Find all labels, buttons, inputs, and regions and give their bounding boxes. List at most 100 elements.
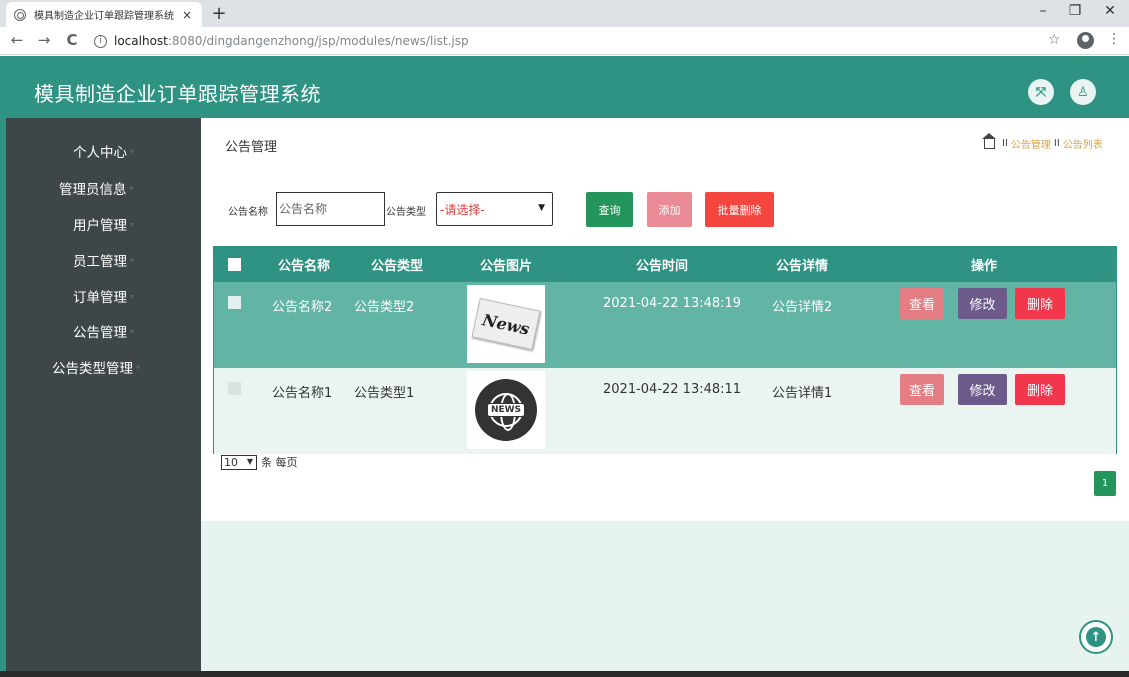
- site-favicon-icon: [14, 8, 26, 21]
- page-number-button[interactable]: 1: [1094, 471, 1116, 496]
- sidebar-item-admin-info[interactable]: 管理员信息 ▾: [6, 175, 201, 201]
- row-checkbox[interactable]: [228, 296, 241, 309]
- breadcrumb-separator: II: [1053, 138, 1060, 149]
- back-icon[interactable]: ←: [7, 31, 27, 49]
- app-title: 模具制造企业订单跟踪管理系统: [34, 82, 321, 106]
- column-header-detail: 公告详情: [775, 259, 828, 274]
- delete-button[interactable]: 删除: [1015, 288, 1065, 319]
- notice-table: 公告名称 公告类型 公告图片 公告时间 公告详情 操作 公告名称2 公告类型2 …: [213, 246, 1117, 454]
- page-size-select[interactable]: 10 ▼: [221, 454, 257, 470]
- breadcrumb-separator: II: [1002, 138, 1008, 149]
- cell-detail: 公告详情1: [772, 386, 833, 401]
- query-button[interactable]: 查询: [586, 192, 633, 227]
- cell-time: 2021-04-22 13:48:19: [603, 296, 742, 311]
- sidebar-item-label: 公告类型管理: [52, 361, 133, 377]
- new-tab-icon[interactable]: +: [209, 3, 229, 24]
- reload-icon[interactable]: C: [62, 31, 82, 49]
- news-label: NEWS: [487, 403, 525, 417]
- sidebar-item-label: 个人中心: [72, 145, 127, 161]
- notice-image: NEWS: [467, 371, 545, 449]
- notice-type-selected: -请选择-: [440, 202, 485, 217]
- url-path: :8080/dingdangenzhong/jsp/modules/news/l…: [167, 34, 469, 48]
- home-icon[interactable]: [982, 132, 996, 149]
- site-info-icon[interactable]: i: [94, 34, 107, 48]
- notice-image: News: [467, 285, 545, 363]
- sidebar-item-label: 管理员信息: [59, 182, 127, 198]
- sidebar: 个人中心 ▾ 管理员信息 ▾ 用户管理 ▾ 员工管理 ▾ 订单管理 ▾ 公告管理 ▾ 公告类…: [6, 118, 201, 671]
- breadcrumb-notice-management[interactable]: 公告管理: [1011, 136, 1051, 151]
- sidebar-item-label: 订单管理: [72, 290, 127, 306]
- edit-button[interactable]: 修改: [958, 374, 1007, 405]
- arrow-up-icon: ↑: [1086, 627, 1106, 647]
- batch-delete-button[interactable]: 批量删除: [705, 192, 774, 227]
- sidebar-item-label: 用户管理: [72, 218, 127, 234]
- column-header-type: 公告类型: [370, 259, 423, 274]
- sidebar-item-personal-center[interactable]: 个人中心 ▾: [6, 138, 201, 164]
- chevron-down-icon: ▾: [129, 326, 134, 336]
- cell-name: 公告名称2: [272, 300, 333, 315]
- column-header-image: 公告图片: [479, 259, 532, 274]
- add-button[interactable]: 添加: [647, 192, 692, 227]
- news-globe-icon: NEWS: [475, 379, 537, 441]
- breadcrumb-notice-list[interactable]: 公告列表: [1063, 136, 1103, 151]
- window-close-icon[interactable]: ✕: [1095, 3, 1125, 19]
- edit-button[interactable]: 修改: [958, 288, 1007, 319]
- chevron-down-icon: ▾: [129, 183, 134, 193]
- notice-type-select[interactable]: -请选择- ▼: [436, 192, 553, 226]
- browser-tab[interactable]: 模具制造企业订单跟踪管理系统 ×: [6, 2, 202, 27]
- notice-name-label: 公告名称: [228, 207, 268, 218]
- sidebar-item-notice-management[interactable]: 公告管理 ▾: [6, 318, 201, 344]
- notice-name-input[interactable]: [276, 192, 385, 226]
- view-button[interactable]: 查看: [900, 374, 944, 405]
- table-row[interactable]: 公告名称2 公告类型2 News 2021-04-22 13:48:19 公告详…: [214, 282, 1116, 368]
- table-row[interactable]: 公告名称1 公告类型1 NEWS 2021-04-22 13:48:11 公告详…: [214, 368, 1116, 454]
- content-panel: 公告管理 II 公告管理 II 公告列表 公告名称 公告类型 -请选择- ▼ 查…: [201, 118, 1129, 521]
- cell-detail: 公告详情2: [772, 300, 833, 315]
- sidebar-item-order-management[interactable]: 订单管理 ▾: [6, 283, 201, 309]
- chevron-down-icon: ▾: [136, 362, 141, 372]
- page-size-value: 10: [224, 455, 238, 469]
- browser-menu-icon[interactable]: ⋮: [1107, 31, 1121, 47]
- forward-icon[interactable]: →: [34, 31, 54, 49]
- cell-time: 2021-04-22 13:48:11: [603, 382, 742, 397]
- browser-tab-bar: 模具制造企业订单跟踪管理系统 × + – ❐ ✕: [0, 0, 1129, 27]
- sidebar-item-label: 公告管理: [72, 325, 127, 341]
- view-button[interactable]: 查看: [900, 288, 944, 319]
- delete-button[interactable]: 删除: [1015, 374, 1065, 405]
- chevron-down-icon: ▼: [538, 203, 545, 213]
- row-checkbox[interactable]: [228, 382, 241, 395]
- user-icon[interactable]: ♙: [1070, 79, 1096, 105]
- main-content: 公告管理 II 公告管理 II 公告列表 公告名称 公告类型 -请选择- ▼ 查…: [201, 118, 1129, 671]
- page-size-suffix: 条 每页: [261, 456, 298, 469]
- sidebar-item-notice-type-management[interactable]: 公告类型管理 ▾: [6, 354, 201, 380]
- browser-tab-title: 模具制造企业订单跟踪管理系统: [34, 11, 174, 22]
- browser-toolbar: ← → C i localhost:8080/dingdangenzhong/j…: [0, 27, 1129, 55]
- sidebar-item-employee-management[interactable]: 员工管理 ▾: [6, 247, 201, 273]
- url-host: localhost: [114, 34, 168, 48]
- account-icon[interactable]: [1077, 32, 1094, 49]
- cell-type: 公告类型1: [354, 386, 415, 401]
- pagination-size: 10 ▼ 条 每页: [221, 454, 298, 470]
- column-header-time: 公告时间: [635, 259, 688, 274]
- chevron-down-icon: ▾: [129, 291, 134, 301]
- fullscreen-icon[interactable]: ⤧: [1028, 79, 1054, 105]
- address-bar[interactable]: i localhost:8080/dingdangenzhong/jsp/mod…: [94, 30, 1094, 52]
- chevron-down-icon: ▼: [246, 456, 253, 466]
- tab-close-icon[interactable]: ×: [180, 8, 194, 22]
- chevron-down-icon: ▾: [129, 255, 134, 265]
- breadcrumb: II 公告管理 II 公告列表: [982, 132, 1103, 151]
- table-header: 公告名称 公告类型 公告图片 公告时间 公告详情 操作: [214, 247, 1116, 282]
- select-all-checkbox[interactable]: [228, 258, 241, 271]
- minimize-icon[interactable]: –: [1028, 3, 1058, 19]
- newspaper-icon: News: [471, 297, 541, 351]
- os-taskbar: [0, 671, 1129, 677]
- maximize-icon[interactable]: ❐: [1060, 3, 1090, 19]
- chevron-down-icon: ▾: [129, 146, 134, 156]
- chevron-down-icon: ▾: [129, 219, 134, 229]
- sidebar-item-user-management[interactable]: 用户管理 ▾: [6, 211, 201, 237]
- sidebar-item-label: 员工管理: [72, 254, 127, 270]
- column-header-actions: 操作: [970, 259, 997, 274]
- bookmark-star-icon[interactable]: ☆: [1048, 32, 1061, 48]
- cell-type: 公告类型2: [354, 300, 415, 315]
- back-to-top-button[interactable]: ↑: [1079, 620, 1113, 654]
